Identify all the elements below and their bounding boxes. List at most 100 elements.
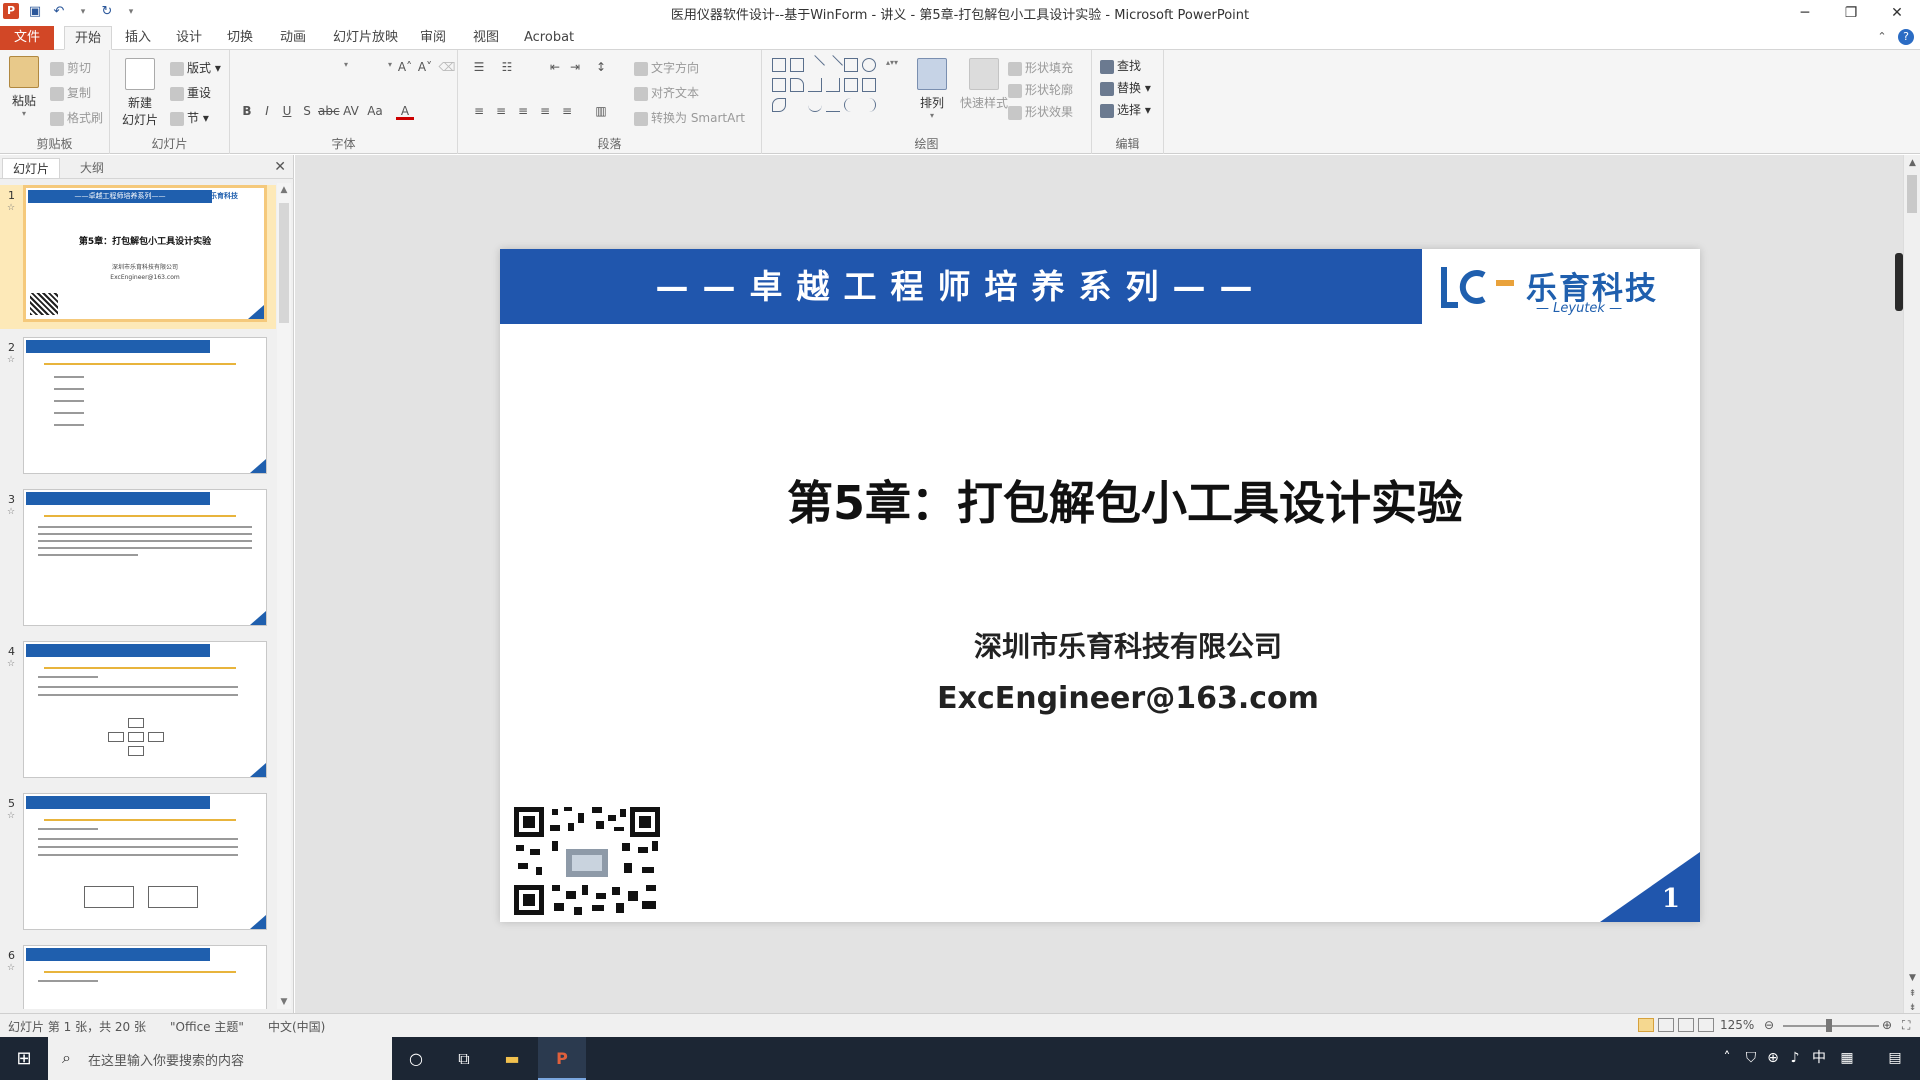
qr-code-image[interactable]: [512, 805, 662, 917]
tab-outline[interactable]: 大纲: [70, 158, 114, 178]
slideshow-view-icon[interactable]: [1698, 1018, 1714, 1032]
show-hidden-icons-icon[interactable]: ˄: [1716, 1037, 1738, 1080]
decrease-indent-icon[interactable]: ⇤: [546, 58, 564, 76]
zoom-out-icon[interactable]: ⊖: [1764, 1018, 1774, 1032]
line-shape-icon[interactable]: [805, 55, 825, 75]
gallery-scroll-icon[interactable]: ▴▾▾: [886, 58, 898, 67]
connector-shape-icon[interactable]: [808, 78, 822, 92]
bullets-icon[interactable]: ☰: [470, 58, 488, 76]
triangle-shape-icon[interactable]: [790, 78, 804, 92]
next-slide-icon[interactable]: ⇟: [1904, 1003, 1920, 1013]
close-button[interactable]: ✕: [1874, 0, 1920, 26]
select-button[interactable]: 选择 ▾: [1100, 100, 1151, 120]
grow-font-icon[interactable]: A˄: [396, 58, 414, 76]
italic-icon[interactable]: I: [258, 102, 276, 120]
reset-button[interactable]: 重设: [170, 83, 211, 103]
format-painter-button[interactable]: 格式刷: [50, 108, 103, 128]
network-icon[interactable]: ⊕: [1762, 1037, 1784, 1080]
tab-transitions[interactable]: 切换: [217, 26, 263, 50]
reading-view-icon[interactable]: [1678, 1018, 1694, 1032]
convert-smartart-button[interactable]: 转换为 SmartArt: [634, 108, 745, 128]
elbow-connector-shape-icon[interactable]: [826, 78, 840, 92]
tab-home[interactable]: 开始: [64, 26, 113, 50]
copy-button[interactable]: 复制: [50, 83, 91, 103]
increase-indent-icon[interactable]: ⇥: [566, 58, 584, 76]
character-spacing-icon[interactable]: AV: [342, 102, 360, 120]
clear-formatting-icon[interactable]: ⌫: [438, 58, 456, 76]
windows-start-icon[interactable]: ⊞: [0, 1037, 48, 1080]
text-direction-button[interactable]: 文字方向: [634, 58, 699, 78]
file-explorer-icon[interactable]: ▬: [488, 1037, 536, 1080]
tab-design[interactable]: 设计: [166, 26, 212, 50]
tab-animations[interactable]: 动画: [270, 26, 316, 50]
oval-shape-icon[interactable]: [862, 58, 876, 72]
language-status[interactable]: 中文(中国): [268, 1018, 325, 1035]
slide-thumbnail-2[interactable]: 2 ☆: [0, 337, 276, 481]
replace-button[interactable]: 替换 ▾: [1100, 78, 1151, 98]
slide-thumbnail-6[interactable]: 6 ☆: [0, 945, 276, 1009]
slide-thumbnail-1[interactable]: 1 ☆ ——卓越工程师培养系列—— 乐育科技 第5章：打包解包小工具设计实验 深…: [0, 185, 276, 329]
slides-panel-scrollbar[interactable]: ▲ ▼: [277, 183, 291, 1009]
close-panel-icon[interactable]: ✕: [274, 159, 286, 175]
shapes-gallery[interactable]: ▴▾▾: [768, 55, 908, 120]
notification-icon[interactable]: ▤: [1878, 1037, 1912, 1080]
security-shield-icon[interactable]: ⛉: [1740, 1037, 1762, 1080]
arrow-shape-icon[interactable]: [823, 55, 843, 75]
shape-outline-button[interactable]: 形状轮廓: [1008, 80, 1073, 100]
help-icon[interactable]: ?: [1898, 29, 1914, 45]
keyboard-icon[interactable]: ▦: [1836, 1037, 1858, 1080]
taskbar-search-box[interactable]: ⌕ 在这里输入你要搜索的内容: [48, 1037, 392, 1080]
current-slide[interactable]: ——卓越工程师培养系列—— 乐育科技 — Leyutek — 第5章：打包解包小…: [500, 249, 1700, 922]
tab-slides[interactable]: 幻灯片: [2, 158, 61, 178]
freeform-shape-icon[interactable]: [772, 98, 786, 112]
slide-title[interactable]: 第5章：打包解包小工具设计实验: [500, 467, 1700, 533]
slide-thumbnail-5[interactable]: 5 ☆: [0, 793, 276, 937]
cortana-icon[interactable]: ○: [392, 1037, 440, 1080]
align-left-icon[interactable]: ≡: [470, 102, 488, 120]
justify-icon[interactable]: ≡: [536, 102, 554, 120]
font-size-select[interactable]: ▾: [352, 58, 392, 78]
powerpoint-taskbar-icon[interactable]: P: [538, 1037, 586, 1080]
align-right-icon[interactable]: ≡: [514, 102, 532, 120]
paste-button[interactable]: 粘贴 ▾: [4, 56, 44, 118]
numbering-icon[interactable]: ☷: [498, 58, 516, 76]
bold-icon[interactable]: B: [238, 102, 256, 120]
previous-slide-icon[interactable]: ⇞: [1904, 989, 1920, 999]
curve-shape-icon[interactable]: [826, 98, 840, 112]
scrollbar-thumb[interactable]: [279, 203, 289, 323]
left-brace-shape-icon[interactable]: [844, 98, 858, 112]
slide-thumbnail-4[interactable]: 4 ☆: [0, 641, 276, 785]
zoom-in-icon[interactable]: ⊕: [1882, 1018, 1892, 1032]
shadow-icon[interactable]: S: [298, 102, 316, 120]
scroll-down-icon[interactable]: ▼: [1904, 973, 1920, 983]
slide-thumbnail-3[interactable]: 3 ☆: [0, 489, 276, 633]
section-button[interactable]: 节 ▾: [170, 108, 209, 128]
tab-insert[interactable]: 插入: [115, 26, 161, 50]
align-text-button[interactable]: 对齐文本: [634, 83, 699, 103]
task-view-icon[interactable]: ⧉: [440, 1037, 488, 1080]
new-slide-button[interactable]: 新建 幻灯片: [116, 58, 164, 128]
scroll-down-icon[interactable]: ▼: [277, 997, 291, 1007]
company-name[interactable]: 深圳市乐育科技有限公司: [500, 625, 1700, 665]
underline-icon[interactable]: U: [278, 102, 296, 120]
normal-view-icon[interactable]: [1638, 1018, 1654, 1032]
align-center-icon[interactable]: ≡: [492, 102, 510, 120]
arc-shape-icon[interactable]: [808, 98, 822, 112]
cut-button[interactable]: 剪切: [50, 58, 91, 78]
line-spacing-icon[interactable]: ↕: [592, 58, 610, 76]
scroll-up-icon[interactable]: ▲: [277, 185, 291, 195]
rounded-rect-shape-icon[interactable]: [772, 78, 786, 92]
scribble-shape-icon[interactable]: [790, 98, 804, 112]
shape-fill-button[interactable]: 形状填充: [1008, 58, 1073, 78]
contact-email[interactable]: ExcEngineer@163.com: [500, 681, 1700, 716]
collapse-ribbon-icon[interactable]: ⌃: [1874, 29, 1890, 45]
vertical-textbox-shape-icon[interactable]: [790, 58, 804, 72]
quick-styles-button[interactable]: 快速样式: [958, 58, 1010, 111]
tab-view[interactable]: 视图: [463, 26, 509, 50]
ime-indicator[interactable]: 中: [1808, 1037, 1830, 1080]
strikethrough-icon[interactable]: abc: [318, 102, 340, 120]
zoom-level[interactable]: 125%: [1720, 1018, 1754, 1032]
editor-scrollbar[interactable]: ▲ ▼ ⇞ ⇟: [1903, 155, 1920, 1013]
rectangle-shape-icon[interactable]: [844, 58, 858, 72]
right-brace-shape-icon[interactable]: [862, 98, 876, 112]
